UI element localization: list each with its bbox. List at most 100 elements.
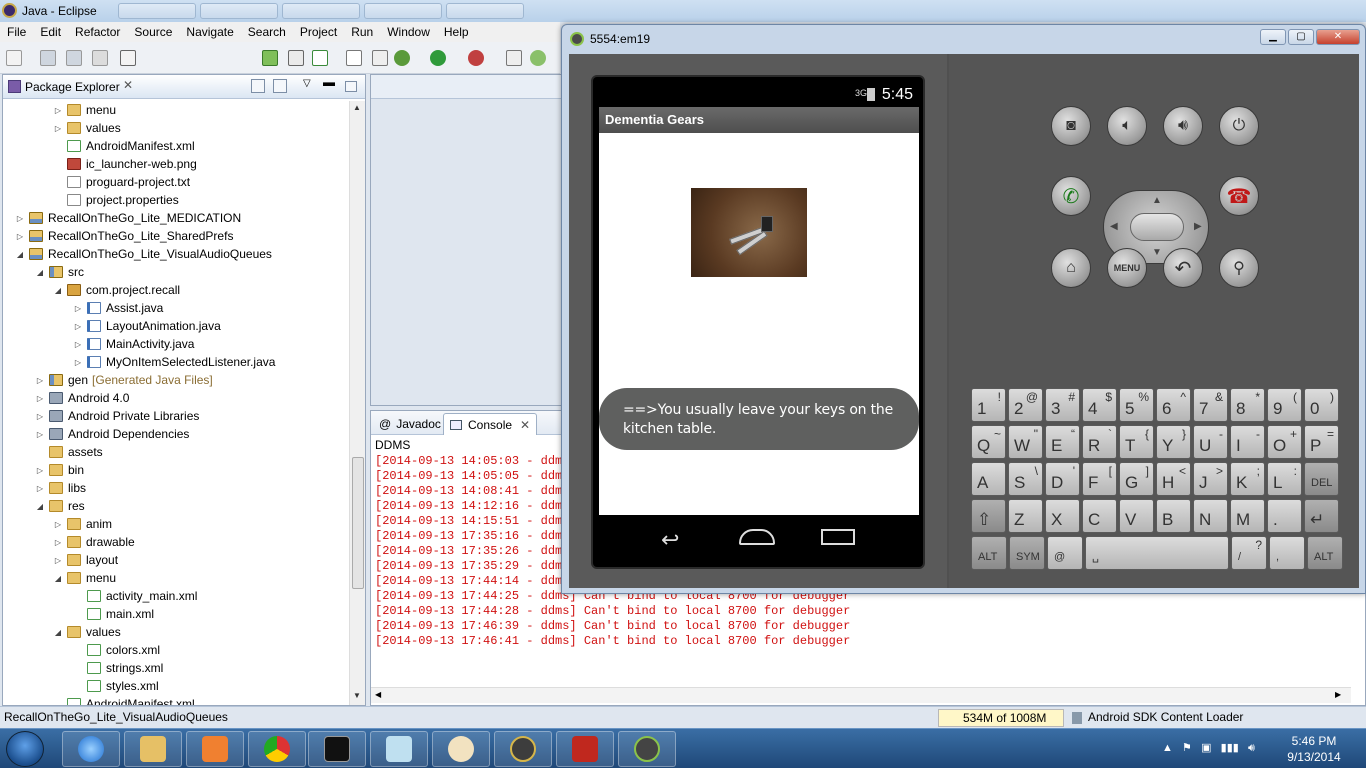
menu-source[interactable]: Source — [127, 25, 179, 39]
volume-up-icon[interactable]: 🔊︎ — [1163, 106, 1203, 146]
tree-item[interactable]: ▷ RecallOnTheGo_Lite_MEDICATION — [15, 209, 241, 227]
dpad-right-icon[interactable]: ▶ — [1194, 221, 1202, 232]
scroll-right-icon[interactable]: ▶ — [1335, 690, 1341, 699]
expand-toggle-icon[interactable]: ▷ — [35, 484, 45, 493]
expand-toggle-icon[interactable]: ▷ — [15, 214, 25, 223]
keyboard-key[interactable]: @ — [1047, 536, 1083, 570]
menu-project[interactable]: Project — [293, 25, 344, 39]
tab-console[interactable]: Console ✕ — [443, 413, 538, 435]
keyboard-key[interactable]: I- — [1230, 425, 1265, 459]
expand-toggle-icon[interactable]: ▷ — [73, 340, 83, 349]
tree-item[interactable]: ▷ gen [Generated Java Files] — [35, 371, 213, 389]
home-button-icon[interactable]: ⌂ — [1051, 248, 1091, 288]
scroll-down-icon[interactable]: ▼ — [353, 691, 361, 700]
tree-item[interactable]: ▷ MyOnItemSelectedListener.java — [73, 353, 276, 371]
tree-item[interactable]: proguard-project.txt — [53, 173, 190, 191]
tree-item[interactable]: styles.xml — [73, 677, 159, 695]
keyboard-key[interactable]: W " — [1008, 425, 1043, 459]
keyboard-key[interactable]: ↵ — [1304, 499, 1339, 533]
scroll-thumb[interactable] — [352, 457, 364, 589]
tree-scrollbar[interactable]: ▲ ▼ — [349, 101, 365, 705]
collapse-all-icon[interactable] — [251, 79, 265, 93]
keyboard-key[interactable]: P = — [1304, 425, 1339, 459]
tree-item[interactable]: ▷ drawable — [53, 533, 135, 551]
expand-toggle-icon[interactable]: ▷ — [35, 466, 45, 475]
keyboard-key[interactable]: 9( — [1267, 388, 1302, 422]
keyboard-key[interactable]: U- — [1193, 425, 1228, 459]
close-icon[interactable]: ✕ — [123, 78, 133, 92]
taskbar-eclipse[interactable] — [494, 731, 552, 767]
tree-item[interactable]: ▷ Android Private Libraries — [35, 407, 199, 425]
expand-toggle-icon[interactable]: ▷ — [73, 358, 83, 367]
tree-item[interactable]: ◢ com.project.recall — [53, 281, 180, 299]
background-window-tab[interactable] — [446, 3, 524, 19]
tree-item[interactable]: ◢ values — [53, 623, 121, 641]
keyboard-key[interactable]: Y} — [1156, 425, 1191, 459]
expand-toggle-icon[interactable]: ◢ — [35, 502, 45, 511]
console-horizontal-scrollbar[interactable]: ◀ ▶ — [371, 687, 1351, 703]
keyboard-key[interactable]: C — [1082, 499, 1117, 533]
new-icon[interactable] — [6, 50, 22, 66]
run-external-tools-icon[interactable] — [468, 50, 484, 66]
menu-run[interactable]: Run — [344, 25, 380, 39]
keyboard-key[interactable]: E “ — [1045, 425, 1080, 459]
tree-item[interactable]: ▷ LayoutAnimation.java — [73, 317, 221, 335]
keyboard-key[interactable]: R ` — [1082, 425, 1117, 459]
tree-item[interactable]: colors.xml — [73, 641, 160, 659]
new-java-class-icon[interactable] — [506, 50, 522, 66]
taskbar-internet-explorer[interactable] — [62, 731, 120, 767]
keyboard-key[interactable]: 6 ^ — [1156, 388, 1191, 422]
taskbar-notes[interactable] — [370, 731, 428, 767]
tree-item[interactable]: activity_main.xml — [73, 587, 197, 605]
keyboard-key[interactable]: , — [1269, 536, 1305, 570]
keyboard-key[interactable]: DEL — [1304, 462, 1339, 496]
expand-toggle-icon[interactable]: ▷ — [53, 538, 63, 547]
tree-item[interactable]: AndroidManifest.xml — [53, 137, 195, 155]
back-icon[interactable]: ↩ — [661, 527, 679, 553]
keyboard-key[interactable]: X — [1045, 499, 1080, 533]
taskbar-chrome[interactable] — [248, 731, 306, 767]
keyboard-key[interactable]: L: — [1267, 462, 1302, 496]
keyboard-key[interactable]: ALT — [971, 536, 1007, 570]
tree-item[interactable]: project.properties — [53, 191, 179, 209]
menu-file[interactable]: File — [0, 25, 33, 39]
keyboard-key[interactable]: ALT — [1307, 536, 1343, 570]
expand-toggle-icon[interactable]: ◢ — [35, 268, 45, 277]
tree-item[interactable]: ▷ libs — [35, 479, 86, 497]
keyboard-key[interactable]: T{ — [1119, 425, 1154, 459]
background-window-tab[interactable] — [282, 3, 360, 19]
taskbar-explorer[interactable] — [124, 731, 182, 767]
scroll-up-icon[interactable]: ▲ — [353, 103, 361, 112]
tab-javadoc[interactable]: @ Javadoc — [373, 413, 447, 435]
new-android-project-icon[interactable] — [346, 50, 362, 66]
dpad-down-icon[interactable]: ▼ — [1152, 247, 1162, 258]
tree-item[interactable]: ▷ menu — [53, 101, 116, 119]
start-button[interactable] — [6, 731, 44, 767]
home-icon[interactable] — [739, 529, 775, 545]
tree-item[interactable]: ◢ res — [35, 497, 85, 515]
phone-screen[interactable]: 3G 5:45 Dementia Gears ==>You usually le… — [591, 75, 925, 569]
keyboard-key[interactable]: 5% — [1119, 388, 1154, 422]
keyboard-key[interactable]: J > — [1193, 462, 1228, 496]
save-icon[interactable] — [40, 50, 56, 66]
view-menu-icon[interactable]: ▽ — [303, 78, 311, 89]
keys-image[interactable] — [691, 188, 807, 277]
open-perspective-icon[interactable] — [530, 50, 546, 66]
keyboard-key[interactable]: A — [971, 462, 1006, 496]
keyboard-key[interactable]: Q ~ — [971, 425, 1006, 459]
keyboard-key[interactable]: K; — [1230, 462, 1265, 496]
keyboard-key[interactable]: B — [1156, 499, 1191, 533]
tree-item[interactable]: ◢ src — [35, 263, 84, 281]
tree-item[interactable]: ▷ Android Dependencies — [35, 425, 190, 443]
scroll-left-icon[interactable]: ◀ — [375, 690, 381, 699]
print-icon[interactable] — [92, 50, 108, 66]
expand-toggle-icon[interactable]: ◢ — [15, 250, 25, 259]
menu-search[interactable]: Search — [241, 25, 293, 39]
search-icon[interactable]: ⚲ — [1219, 248, 1259, 288]
end-call-icon[interactable]: ☎ — [1219, 176, 1259, 216]
keyboard-key[interactable]: 7 & — [1193, 388, 1228, 422]
system-tray[interactable]: ▲ ⚑ ▣ ▮▮▮ 🔊︎ — [1162, 741, 1255, 755]
save-all-icon[interactable] — [66, 50, 82, 66]
heap-status[interactable]: 534M of 1008M — [938, 709, 1064, 727]
lint-icon[interactable] — [312, 50, 328, 66]
